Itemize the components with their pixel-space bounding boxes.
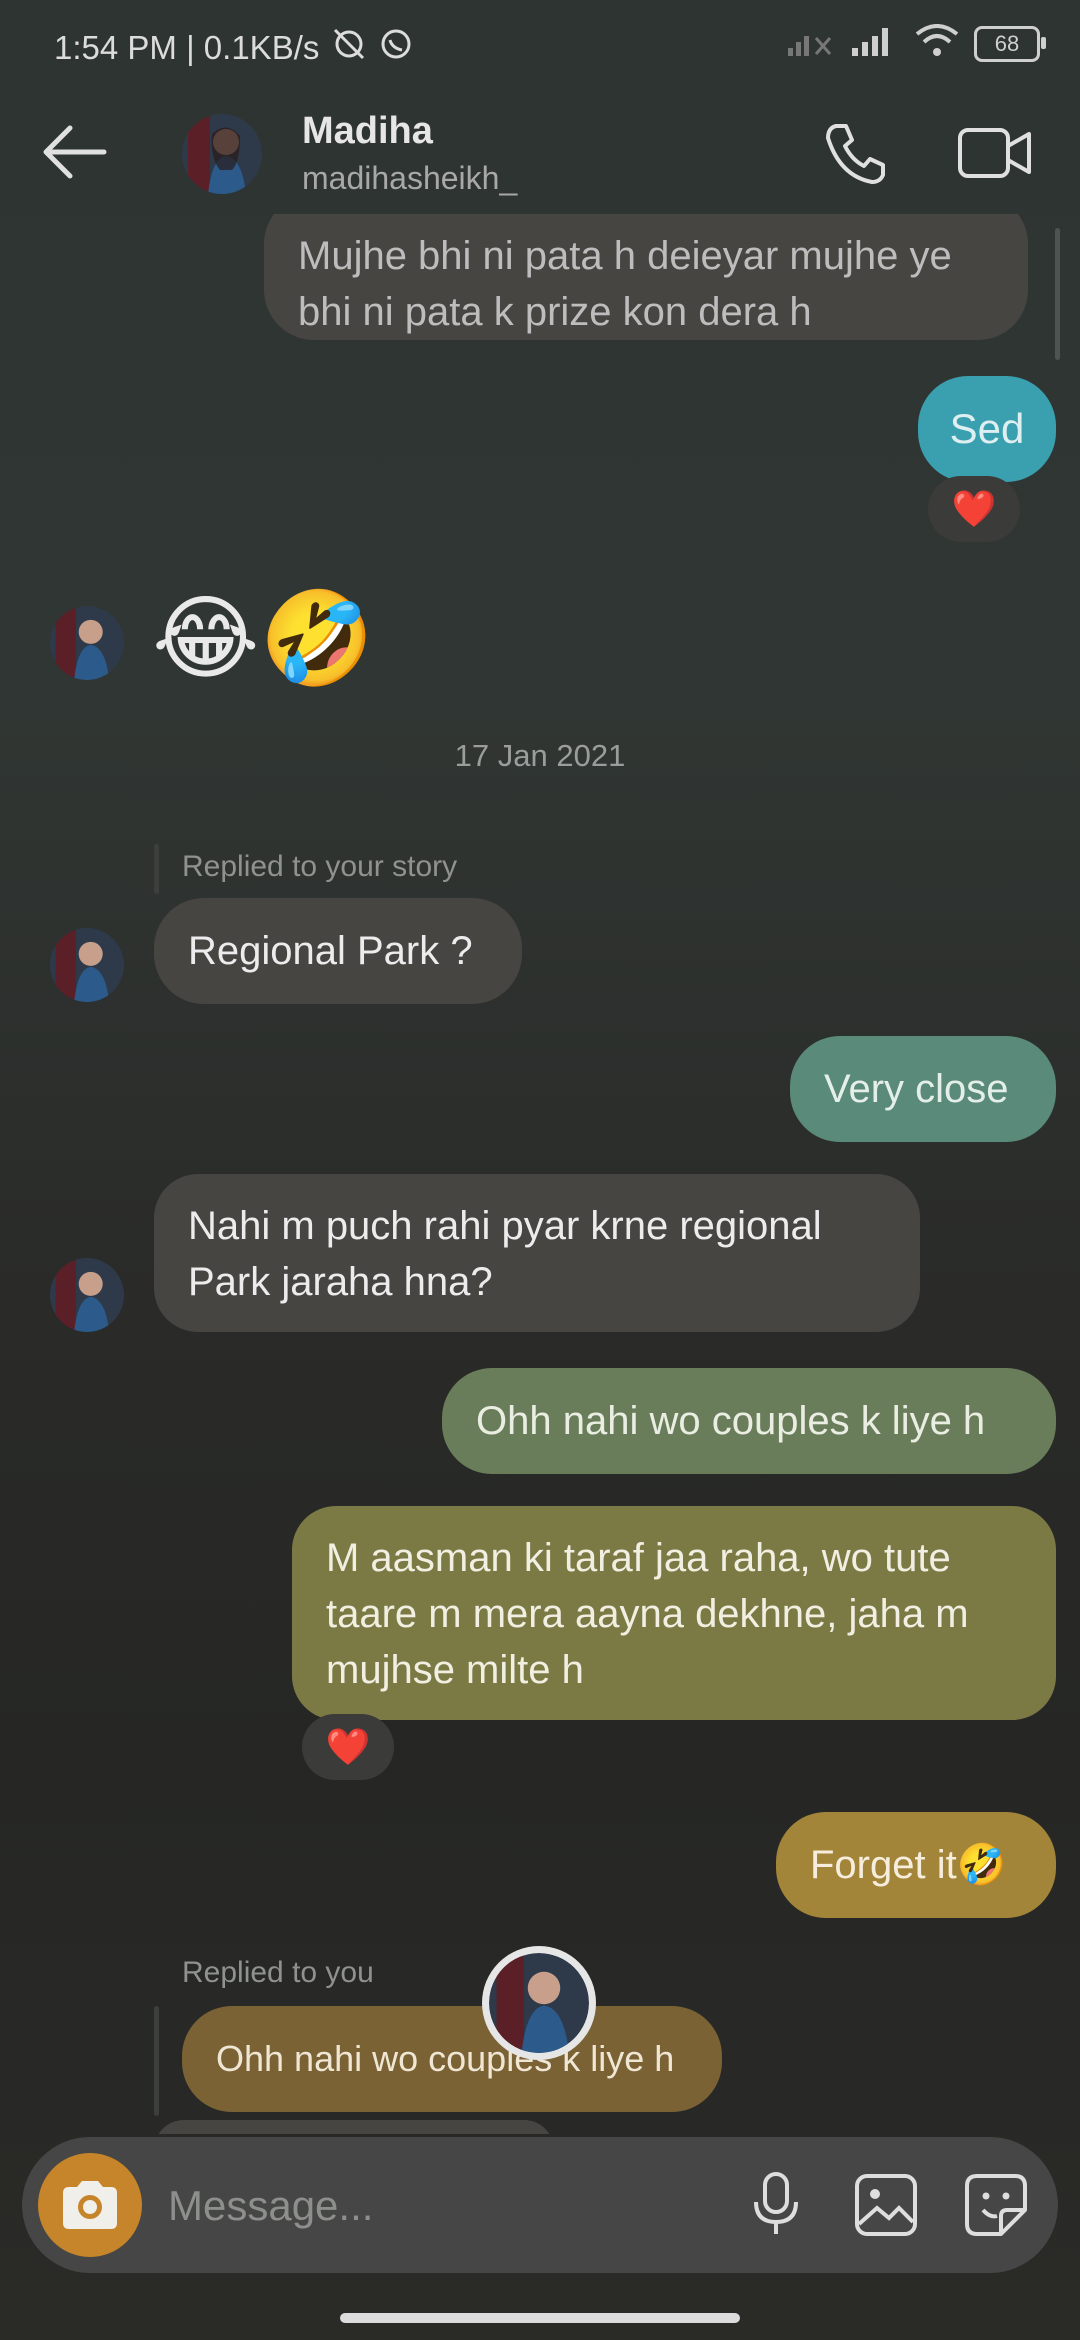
chat-header: Madiha madihasheikh_	[0, 96, 1080, 214]
whatsapp-icon	[379, 27, 413, 69]
contact-name[interactable]: Madiha	[302, 110, 433, 153]
battery-indicator: 68	[974, 25, 1046, 62]
wifi-icon	[914, 24, 960, 63]
reply-indicator-bar	[154, 2006, 159, 2116]
reaction-heart[interactable]: ❤️	[302, 1714, 394, 1780]
date-separator: 17 Jan 2021	[454, 738, 626, 773]
message-incoming-quoted[interactable]: Ohh nahi wo couples k liye h	[182, 2006, 722, 2112]
camera-icon[interactable]	[38, 2153, 142, 2257]
reaction-heart[interactable]: ❤️	[928, 476, 1020, 542]
message-input[interactable]	[166, 2167, 710, 2245]
typing-avatar-marker[interactable]	[482, 1946, 596, 2060]
muted-alarm-icon	[329, 26, 369, 70]
message-outgoing[interactable]: Forget it🤣	[776, 1812, 1056, 1918]
scrollbar[interactable]	[1055, 228, 1060, 360]
microphone-icon[interactable]	[738, 2167, 814, 2243]
heart-icon: ❤️	[951, 488, 997, 529]
avatar[interactable]	[50, 928, 124, 1002]
back-arrow-icon[interactable]	[40, 122, 110, 182]
status-time: 1:54 PM | 0.1KB/s	[54, 29, 320, 66]
message-composer	[22, 2137, 1058, 2273]
signal-2-icon	[850, 24, 900, 63]
reply-indicator-bar	[154, 844, 159, 894]
heart-icon: ❤️	[325, 1726, 371, 1767]
reply-label: Replied to you	[182, 1956, 374, 1989]
status-bar: 1:54 PM | 0.1KB/s 68	[0, 0, 1080, 96]
message-outgoing[interactable]: Ohh nahi wo couples k liye h	[442, 1368, 1056, 1474]
message-outgoing[interactable]: M aasman ki taraf jaa raha, wo tute taar…	[292, 1506, 1056, 1720]
signal-1-icon	[786, 24, 836, 63]
avatar[interactable]	[50, 1258, 124, 1332]
home-indicator[interactable]	[340, 2313, 740, 2323]
avatar[interactable]	[182, 114, 262, 194]
message-incoming-partial[interactable]	[154, 2120, 554, 2134]
avatar[interactable]	[50, 606, 124, 680]
message-outgoing[interactable]: Very close	[790, 1036, 1056, 1142]
video-camera-icon[interactable]	[955, 118, 1035, 188]
image-icon[interactable]	[848, 2167, 924, 2243]
message-incoming[interactable]: Nahi m puch rahi pyar krne regional Park…	[154, 1174, 920, 1332]
contact-username[interactable]: madihasheikh_	[302, 160, 517, 197]
reply-label: Replied to your story	[182, 850, 458, 883]
message-incoming[interactable]: Mujhe bhi ni pata h deieyar mujhe ye bhi…	[264, 214, 1028, 340]
phone-icon[interactable]	[820, 118, 890, 188]
sticker-icon[interactable]	[958, 2167, 1034, 2243]
message-list[interactable]: Mujhe bhi ni pata h deieyar mujhe ye bhi…	[0, 214, 1080, 2134]
message-incoming[interactable]: Regional Park ?	[154, 898, 522, 1004]
emoji-message[interactable]: 😂🤣	[152, 584, 374, 694]
message-outgoing[interactable]: Sed	[918, 376, 1056, 482]
